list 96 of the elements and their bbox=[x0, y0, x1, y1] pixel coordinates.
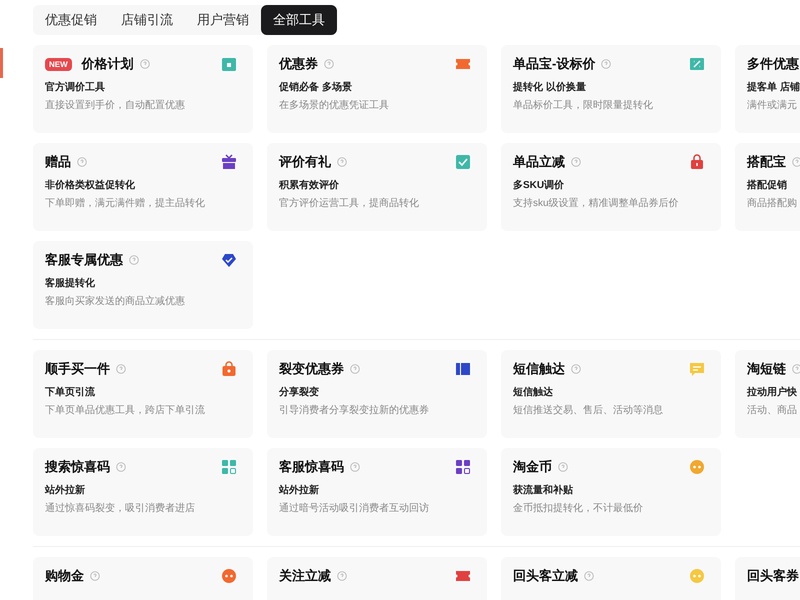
tool-subtitle: 客服提转化 bbox=[45, 277, 96, 291]
tool-description: 客服向买家发送的商品立减优惠 bbox=[45, 295, 186, 309]
tool-title: 搭配宝 bbox=[747, 153, 786, 171]
tool-card[interactable]: 淘金币 获流量和补贴 金币抵扣提转化，不计最低价 bbox=[501, 448, 721, 536]
help-icon[interactable] bbox=[116, 364, 126, 374]
tool-subtitle: 积累有效评价 bbox=[279, 179, 340, 193]
tool-description: 下单即赠，满元满件赠，提主品转化 bbox=[45, 197, 206, 211]
tool-title: 单品宝-设标价 bbox=[513, 55, 596, 73]
tool-description: 下单页单品优惠工具，跨店下单引流 bbox=[45, 404, 206, 418]
tool-description: 通过惊喜码裂变，吸引消费者进店 bbox=[45, 502, 196, 516]
help-icon[interactable] bbox=[584, 571, 594, 581]
tool-card[interactable]: 赠品 非价格类权益促转化 下单即赠，满元满件赠，提主品转化 bbox=[33, 143, 253, 231]
help-icon[interactable] bbox=[601, 59, 612, 69]
tool-description: 活动、商品 bbox=[747, 404, 798, 418]
tool-title: 优惠券 bbox=[279, 55, 318, 73]
tool-card[interactable]: 客服专属优惠 客服提转化 客服向买家发送的商品立减优惠 bbox=[33, 241, 253, 329]
help-icon[interactable] bbox=[129, 255, 139, 265]
tool-description: 金币抵扣提转化，不计最低价 bbox=[513, 502, 644, 516]
tool-description: 满件或满元 bbox=[747, 99, 798, 113]
tool-card[interactable]: NEW 价格计划 官方调价工具 直接设置到手价，自动配置优惠 bbox=[33, 45, 253, 133]
new-badge: NEW bbox=[45, 58, 72, 70]
tool-card[interactable]: 搜索惊喜码 站外拉新 通过惊喜码裂变，吸引消费者进店 bbox=[33, 448, 253, 536]
tool-title: 顺手买一件 bbox=[45, 360, 110, 378]
tab[interactable]: 全部工具 bbox=[261, 5, 337, 35]
tool-card[interactable]: 回头客券 bbox=[735, 557, 800, 600]
tool-subtitle: 下单页引流 bbox=[45, 386, 96, 400]
tool-card[interactable]: 搭配宝 搭配促销 商品搭配购 bbox=[735, 143, 800, 231]
tool-card[interactable]: 裂变优惠券 分享裂变 引导消费者分享裂变拉新的优惠券 bbox=[267, 350, 487, 438]
tool-subtitle: 多SKU调价 bbox=[513, 179, 566, 193]
tool-description: 通过暗号活动吸引消费者互动回访 bbox=[279, 502, 430, 516]
tool-title: 购物金 bbox=[45, 567, 84, 585]
tool-description: 在多场景的优惠凭证工具 bbox=[279, 99, 390, 113]
help-icon[interactable] bbox=[337, 157, 347, 167]
tool-subtitle: 搭配促销 bbox=[747, 179, 788, 193]
sidebar-indicator bbox=[0, 48, 3, 78]
tool-subtitle: 分享裂变 bbox=[279, 386, 320, 400]
tool-title: 赠品 bbox=[45, 153, 71, 171]
tool-card[interactable]: 单品宝-设标价 提转化 以价换量 单品标价工具，限时限量提转化 bbox=[501, 45, 721, 133]
tool-title: 评价有礼 bbox=[279, 153, 331, 171]
tool-card[interactable]: 关注立减 bbox=[267, 557, 487, 600]
tool-card[interactable]: 短信触达 短信触达 短信推送交易、售后、活动等消息 bbox=[501, 350, 721, 438]
help-icon[interactable] bbox=[324, 59, 334, 69]
tool-title: 多件优惠 bbox=[747, 55, 799, 73]
tool-title: 回头客立减 bbox=[513, 567, 578, 585]
tool-description: 引导消费者分享裂变拉新的优惠券 bbox=[279, 404, 430, 418]
tool-card[interactable]: 淘短链 拉动用户快 活动、商品 bbox=[735, 350, 800, 438]
help-icon[interactable] bbox=[350, 462, 360, 472]
tool-subtitle: 官方调价工具 bbox=[45, 81, 106, 95]
tool-card[interactable]: 购物金 bbox=[33, 557, 253, 600]
tool-subtitle: 提客单 店铺 bbox=[747, 81, 800, 95]
tool-subtitle: 站外拉新 bbox=[45, 484, 86, 498]
tool-description: 支持sku级设置，精准调整单品券后价 bbox=[513, 197, 680, 211]
help-icon[interactable] bbox=[350, 364, 360, 374]
help-icon[interactable] bbox=[140, 59, 150, 69]
tool-subtitle: 拉动用户快 bbox=[747, 386, 798, 400]
help-icon[interactable] bbox=[90, 571, 100, 581]
tab[interactable]: 店铺引流 bbox=[109, 5, 185, 35]
help-icon[interactable] bbox=[792, 364, 800, 374]
help-icon[interactable] bbox=[571, 364, 581, 374]
tool-title: 客服惊喜码 bbox=[279, 458, 344, 476]
tool-title: 短信触达 bbox=[513, 360, 565, 378]
tool-description: 商品搭配购 bbox=[747, 197, 798, 211]
tool-card[interactable]: 回头客立减 bbox=[501, 557, 721, 600]
help-icon[interactable] bbox=[77, 157, 87, 167]
tool-title: 单品立减 bbox=[513, 153, 565, 171]
tool-title: 淘短链 bbox=[747, 360, 786, 378]
tool-description: 官方评价运营工具，提商品转化 bbox=[279, 197, 420, 211]
help-icon[interactable] bbox=[558, 462, 568, 472]
tool-subtitle: 短信触达 bbox=[513, 386, 554, 400]
tool-card[interactable]: 评价有礼 积累有效评价 官方评价运营工具，提商品转化 bbox=[267, 143, 487, 231]
tool-card[interactable]: 单品立减 多SKU调价 支持sku级设置，精准调整单品券后价 bbox=[501, 143, 721, 231]
tool-card[interactable]: 客服惊喜码 站外拉新 通过暗号活动吸引消费者互动回访 bbox=[267, 448, 487, 536]
help-icon[interactable] bbox=[116, 462, 126, 472]
tool-subtitle: 非价格类权益促转化 bbox=[45, 179, 136, 193]
tool-description: 短信推送交易、售后、活动等消息 bbox=[513, 404, 664, 418]
tool-title: 淘金币 bbox=[513, 458, 552, 476]
tool-description: 单品标价工具，限时限量提转化 bbox=[513, 99, 654, 113]
tool-card[interactable]: 顺手买一件 下单页引流 下单页单品优惠工具，跨店下单引流 bbox=[33, 350, 253, 438]
tool-subtitle: 站外拉新 bbox=[279, 484, 320, 498]
tool-card[interactable]: 多件优惠 提客单 店铺 满件或满元 bbox=[735, 45, 800, 133]
tab[interactable]: 用户营销 bbox=[185, 5, 261, 35]
tool-subtitle: 促销必备 多场景 bbox=[279, 81, 353, 95]
tab[interactable]: 优惠促销 bbox=[33, 5, 109, 35]
tool-description: 直接设置到手价，自动配置优惠 bbox=[45, 99, 186, 113]
help-icon[interactable] bbox=[571, 157, 581, 167]
tool-title: 价格计划 bbox=[82, 55, 134, 73]
tool-title: 回头客券 bbox=[747, 567, 799, 585]
help-icon[interactable] bbox=[337, 571, 347, 581]
tool-subtitle: 获流量和补贴 bbox=[513, 484, 574, 498]
tool-title: 客服专属优惠 bbox=[45, 251, 123, 269]
tool-title: 关注立减 bbox=[279, 567, 331, 585]
tool-title: 搜索惊喜码 bbox=[45, 458, 110, 476]
tool-card[interactable]: 优惠券 促销必备 多场景 在多场景的优惠凭证工具 bbox=[267, 45, 487, 133]
help-icon[interactable] bbox=[792, 157, 800, 167]
tool-subtitle: 提转化 以价换量 bbox=[513, 81, 587, 95]
tool-title: 裂变优惠券 bbox=[279, 360, 344, 378]
